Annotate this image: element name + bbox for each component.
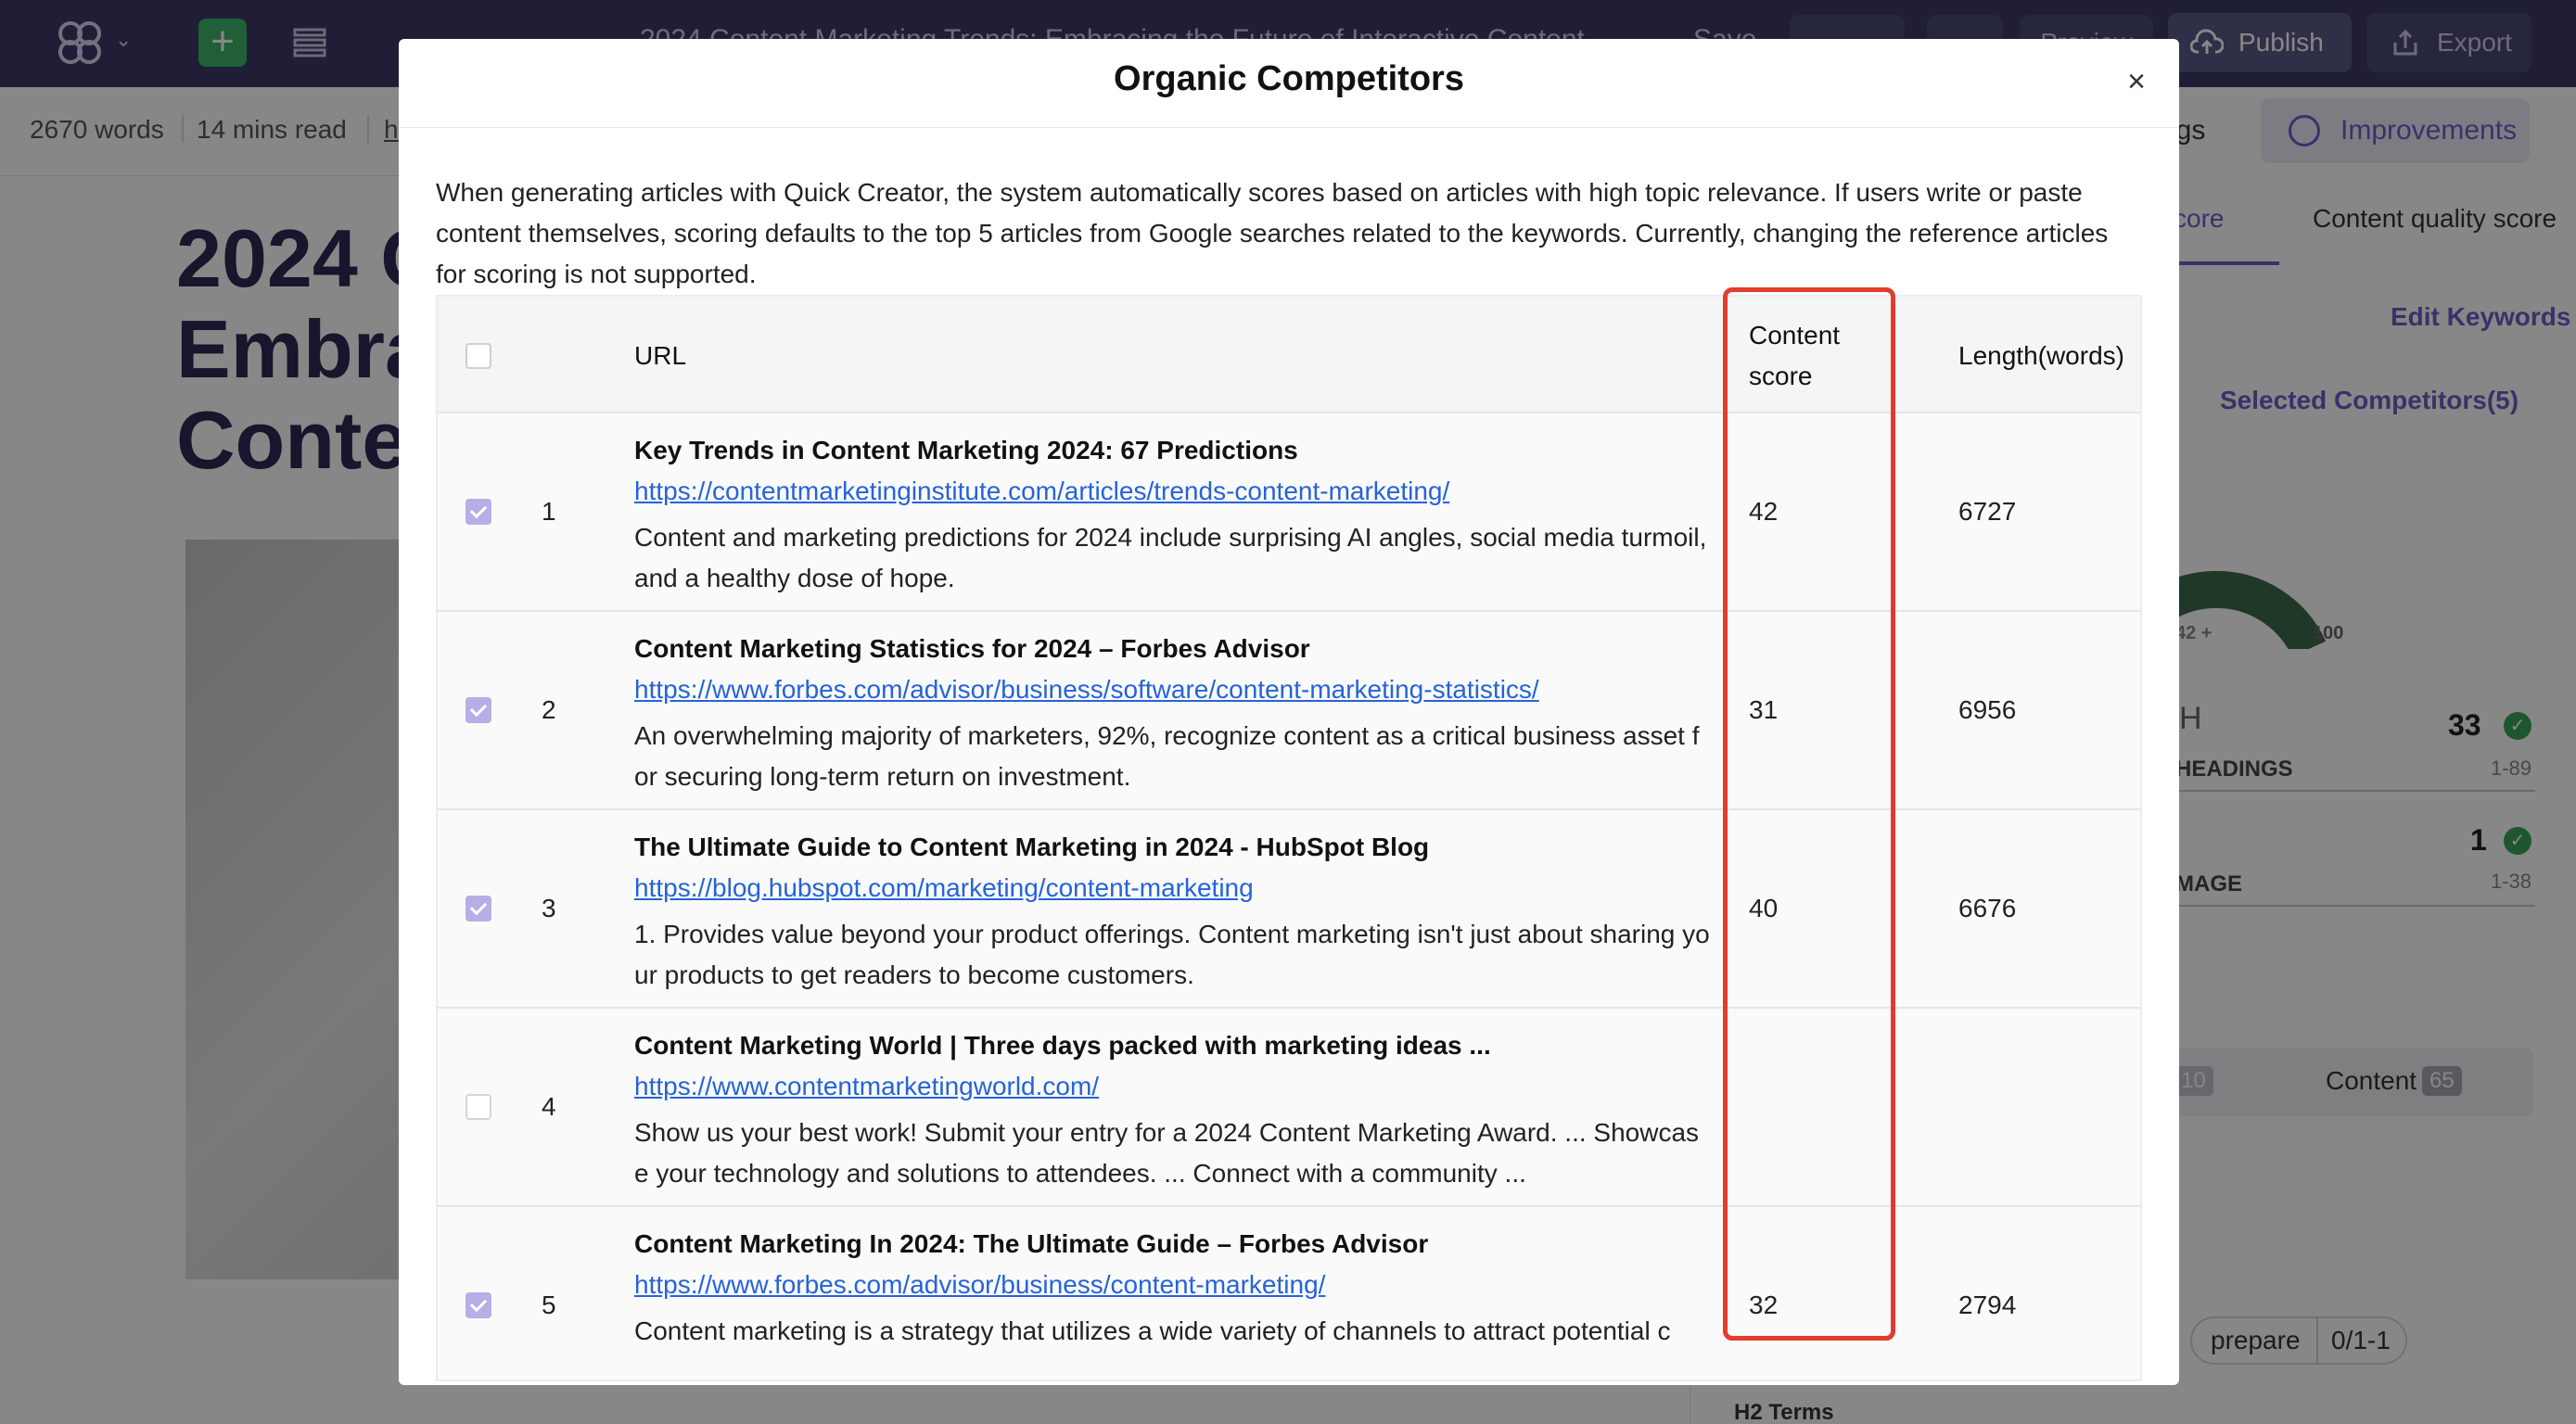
close-icon[interactable]: ×	[2118, 63, 2155, 100]
length-value: 2794	[1958, 1290, 2017, 1319]
result-title: Key Trends in Content Marketing 2024: 67…	[634, 436, 1298, 464]
result-url-link[interactable]: https://blog.hubspot.com/marketing/conte…	[634, 873, 1254, 903]
result-description: Content marketing is a strategy that uti…	[634, 1316, 1671, 1345]
result-url-link[interactable]: https://www.contentmarketingworld.com/	[634, 1072, 1099, 1101]
modal-title: Organic Competitors	[1114, 59, 1464, 98]
row-index: 5	[542, 1290, 556, 1319]
column-header-length: Length(words)	[1958, 341, 2124, 370]
length-value: 6956	[1958, 695, 2017, 724]
row-checkbox[interactable]	[465, 499, 491, 525]
result-title: Content Marketing Statistics for 2024 – …	[634, 634, 1310, 663]
select-all-checkbox[interactable]	[465, 343, 491, 369]
row-checkbox[interactable]	[465, 1292, 491, 1318]
modal-description: When generating articles with Quick Crea…	[436, 178, 2109, 288]
row-checkbox[interactable]	[465, 697, 491, 723]
row-checkbox[interactable]	[465, 896, 491, 922]
row-index: 3	[542, 894, 556, 922]
row-checkbox[interactable]	[465, 1094, 491, 1120]
length-value: 6727	[1958, 497, 2017, 526]
result-description: 1. Provides value beyond your product of…	[634, 920, 1710, 989]
result-title: Content Marketing In 2024: The Ultimate …	[634, 1229, 1429, 1258]
column-header-url: URL	[634, 341, 687, 370]
result-description: Show us your best work! Submit your entr…	[634, 1118, 1700, 1188]
result-description: Content and marketing predictions for 20…	[634, 523, 1707, 592]
row-index: 4	[542, 1092, 556, 1121]
content-score-highlight-box	[1723, 287, 1895, 1341]
result-url-link[interactable]: https://contentmarketinginstitute.com/ar…	[634, 477, 1449, 506]
result-url-link[interactable]: https://www.forbes.com/advisor/business/…	[634, 1270, 1325, 1300]
organic-competitors-modal: Organic Competitors × When generating ar…	[399, 39, 2179, 1385]
result-title: The Ultimate Guide to Content Marketing …	[634, 833, 1430, 861]
result-url-link[interactable]: https://www.forbes.com/advisor/business/…	[634, 675, 1539, 705]
row-index: 2	[542, 695, 556, 724]
result-description: An overwhelming majority of marketers, 9…	[634, 721, 1700, 791]
result-title: Content Marketing World | Three days pac…	[634, 1031, 1491, 1060]
row-index: 1	[542, 497, 556, 526]
modal-header: Organic Competitors ×	[399, 39, 2179, 128]
length-value: 6676	[1958, 894, 2017, 922]
